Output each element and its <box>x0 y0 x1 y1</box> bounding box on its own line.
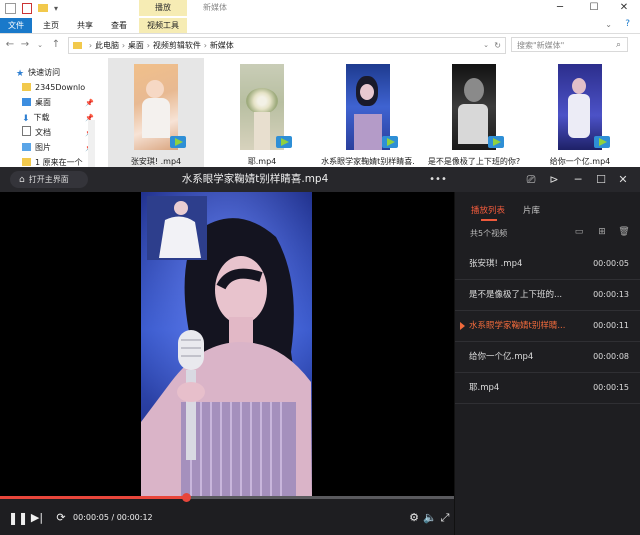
screenshot-icon[interactable]: ⎚ <box>522 171 540 188</box>
video-file-icon <box>276 136 292 148</box>
breadcrumb-video-software[interactable]: 视频剪辑软件 <box>153 41 201 50</box>
recent-dropdown-icon[interactable]: ⌄ <box>34 38 46 52</box>
close-player-button[interactable]: ✕ <box>614 171 632 188</box>
file-grid: 张安琪! .mp4 耶.mp4 水系眼学家鞠婧t别样睛喜. 是不是像极了上下班的… <box>100 58 640 172</box>
maximize-player-button[interactable]: ☐ <box>592 171 610 188</box>
progress-bar[interactable] <box>0 493 454 502</box>
total-time: 00:00:12 <box>116 513 153 522</box>
current-time: 00:00:05 <box>73 513 109 522</box>
playback-controls: ❚❚ ▶| ⟳ 00:00:05 / 00:00:12 ⚙ 🔈 ⤢ <box>0 501 454 535</box>
desktop-icon <box>22 98 31 106</box>
close-button[interactable]: ✕ <box>608 0 640 16</box>
qa-dropdown-icon[interactable]: ▾ <box>54 3 65 14</box>
maximize-button[interactable]: ☐ <box>578 0 610 16</box>
breadcrumb-new-media[interactable]: 新媒体 <box>210 41 234 50</box>
sidebar-item-quick-access[interactable]: ★ 快速访问 <box>16 66 94 80</box>
delete-icon[interactable]: 🗑 <box>618 226 630 238</box>
sidebar-item-desktop[interactable]: 桌面 📌 <box>22 96 100 110</box>
file-name: 是不是像极了上下班的你? <box>427 157 521 166</box>
context-tab-label: 播放 <box>139 0 187 16</box>
playlist-item[interactable]: 张安琪! .mp4 00:00:05 <box>455 249 640 280</box>
file-item[interactable]: 给你一个亿.mp4 <box>532 58 628 170</box>
time-display: 00:00:05 / 00:00:12 <box>73 513 153 522</box>
refresh-icon[interactable]: ↻ <box>494 38 501 53</box>
settings-icon[interactable]: ⚙ <box>406 510 422 526</box>
next-icon[interactable]: ▶| <box>29 510 45 526</box>
video-frame <box>141 192 312 497</box>
fullscreen-icon[interactable]: ⤢ <box>437 510 453 526</box>
explorer-titlebar: ▾ 播放 新媒体 ─ ☐ ✕ <box>0 0 640 18</box>
back-icon[interactable]: ← <box>4 38 16 52</box>
video-file-icon <box>382 136 398 148</box>
video-file-icon <box>170 136 186 148</box>
loop-icon[interactable]: ⟳ <box>53 510 69 526</box>
playlist-item[interactable]: 给你一个亿.mp4 00:00:08 <box>455 342 640 373</box>
file-item[interactable]: 是不是像极了上下班的你? <box>426 58 522 170</box>
file-name: 耶.mp4 <box>247 157 277 166</box>
file-item[interactable]: 耶.mp4 <box>214 58 310 170</box>
video-file-icon <box>488 136 504 148</box>
download-icon: ⬇ <box>22 114 30 124</box>
progress-fill <box>0 496 187 499</box>
home-icon: ⌂ <box>19 175 25 185</box>
address-bar: ← → ⌄ ↑ › 此电脑 › 桌面 › 视频剪辑软件 › 新媒体 ⌄ ↻ 搜索… <box>0 35 640 55</box>
breadcrumb-this-pc[interactable]: 此电脑 <box>95 41 119 50</box>
playlist-item[interactable]: 耶.mp4 00:00:15 <box>455 373 640 404</box>
file-name: 水系眼学家鞠婧t别样睛喜. <box>321 157 415 166</box>
search-input[interactable]: 搜索"新媒体" <box>511 37 628 52</box>
ribbon-expand-icon[interactable]: ⌄ <box>605 20 612 29</box>
minimize-player-button[interactable]: ─ <box>569 171 587 188</box>
open-folder-icon[interactable]: ▭ <box>573 226 585 238</box>
properties-icon[interactable] <box>22 3 32 14</box>
volume-icon[interactable]: 🔈 <box>422 510 438 526</box>
document-icon <box>22 126 31 136</box>
path-dropdown-icon[interactable]: ⌄ <box>483 38 489 53</box>
sidebar-item-2345downloads[interactable]: 2345Downlo <box>22 81 100 95</box>
new-folder-icon[interactable] <box>38 4 48 12</box>
tab-file[interactable]: 文件 <box>0 18 32 33</box>
video-title: 水系眼学家鞠婧t别样睛喜.mp4 <box>181 173 329 185</box>
tab-view[interactable]: 查看 <box>104 18 134 33</box>
forward-icon[interactable]: → <box>19 38 31 52</box>
video-canvas[interactable] <box>0 192 454 497</box>
pause-icon[interactable]: ❚❚ <box>8 510 28 526</box>
pictures-icon <box>22 143 31 151</box>
ribbon-tabs: 文件 主页 共享 查看 视频工具 ⌄ ? <box>0 18 640 34</box>
tab-library[interactable]: 片库 <box>523 204 540 216</box>
add-to-list-icon[interactable]: ⊞ <box>596 226 608 238</box>
app-icon <box>5 3 16 14</box>
more-options-icon[interactable]: ••• <box>429 171 447 188</box>
player-titlebar: ⌂ 打开主界面 水系眼学家鞠婧t别样睛喜.mp4 ••• ⎚ ⊳ ─ ☐ ✕ <box>0 167 640 192</box>
up-icon[interactable]: ↑ <box>50 38 62 52</box>
pin-icon: 📌 <box>85 99 94 107</box>
path-input[interactable]: › 此电脑 › 桌面 › 视频剪辑软件 › 新媒体 ⌄ ↻ <box>68 37 506 54</box>
tab-share[interactable]: 共享 <box>70 18 100 33</box>
cast-icon[interactable]: ⊳ <box>545 171 563 188</box>
video-count: 共5个视频 <box>470 229 508 238</box>
explorer-title: 新媒体 <box>203 3 227 12</box>
video-file-icon <box>594 136 610 148</box>
folder-icon <box>22 158 31 166</box>
file-explorer-window: ▾ 播放 新媒体 ─ ☐ ✕ 文件 主页 共享 查看 视频工具 ⌄ ? ← → … <box>0 0 640 230</box>
tab-home[interactable]: 主页 <box>36 18 66 33</box>
help-icon[interactable]: ? <box>625 19 630 29</box>
playlist-item[interactable]: 是不是像极了上下班的... 00:00:13 <box>455 280 640 311</box>
file-item[interactable]: 张安琪! .mp4 <box>108 58 204 170</box>
playing-indicator-icon <box>460 322 465 330</box>
folder-icon <box>73 42 82 49</box>
tab-video-tools[interactable]: 视频工具 <box>139 18 187 33</box>
file-name: 给你一个亿.mp4 <box>549 157 611 166</box>
folder-icon <box>22 83 31 91</box>
search-icon[interactable]: ⌕ <box>616 40 621 50</box>
playlist-panel: 播放列表 片库 共5个视频 ▭ ⊞ 🗑 张安琪! .mp4 00:00:05 是… <box>454 192 640 535</box>
file-item[interactable]: 水系眼学家鞠婧t别样睛喜. <box>320 58 416 170</box>
file-name: 张安琪! .mp4 <box>130 157 182 166</box>
minimize-button[interactable]: ─ <box>544 0 576 16</box>
navigation-pane: ★快速访问 2345Downlo 桌面📌 ⬇下载📌 文档📌 图片📌 1 原来在一… <box>0 58 96 230</box>
tab-playlist[interactable]: 播放列表 <box>471 204 505 221</box>
video-player-window: ⌂ 打开主界面 水系眼学家鞠婧t别样睛喜.mp4 ••• ⎚ ⊳ ─ ☐ ✕ ❚… <box>0 167 640 535</box>
breadcrumb-desktop[interactable]: 桌面 <box>128 41 144 50</box>
star-icon: ★ <box>16 69 25 79</box>
playlist-item-active[interactable]: 水系眼学家鞠婧t别样睛... 00:00:11 <box>455 311 640 342</box>
